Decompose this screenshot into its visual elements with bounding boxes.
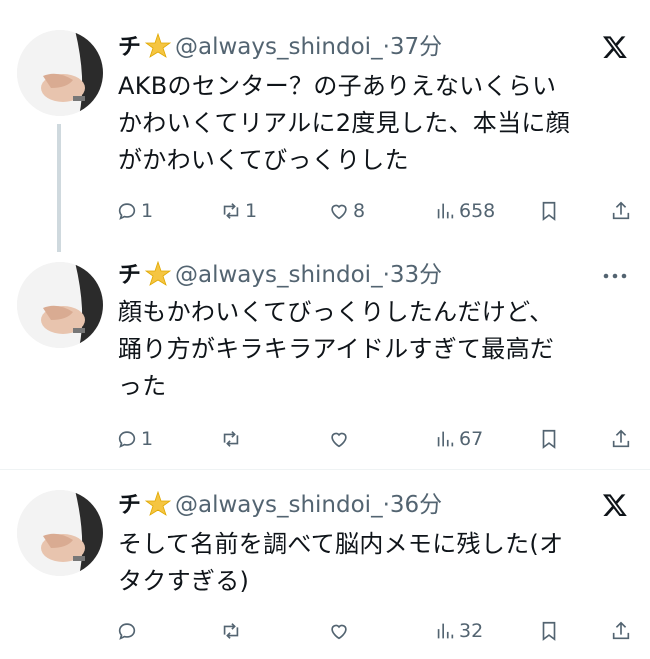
star-emoji-icon: [145, 491, 171, 516]
tweet-text: AKBのセンター？の子ありえないくらい かわいくてリアルに2度見した、本当に顔 …: [118, 68, 638, 179]
reply-count: 1: [141, 428, 154, 450]
reply-icon: [118, 431, 136, 448]
views-count: 32: [459, 620, 484, 642]
more-icon[interactable]: [602, 266, 628, 290]
tweet-text-line: 踊り方がキラキラアイドルすぎて最高だ: [118, 335, 555, 363]
tweet-text-line: った: [118, 372, 167, 400]
x-logo-icon[interactable]: [602, 34, 628, 64]
views-icon: [437, 431, 454, 447]
views-count: 658: [459, 200, 496, 222]
views-icon: [437, 203, 454, 219]
bookmark-icon: [542, 621, 556, 641]
star-emoji-icon: [145, 33, 171, 58]
x-logo-icon[interactable]: [602, 492, 628, 522]
tweet-text-line: かわいくてリアルに2度見した、本当に顔: [118, 109, 571, 137]
action-bar: 1 67: [116, 424, 636, 454]
bookmark-button[interactable]: [538, 616, 560, 646]
tweet-header: チ @always_shindoi_·36分: [118, 488, 630, 522]
avatar[interactable]: [17, 490, 103, 576]
action-bar: 1 1 8 658: [116, 196, 636, 226]
tweet-2[interactable]: チ @always_shindoi_·33分 顔もかわいくてびっくりしたんだけど、…: [0, 250, 650, 472]
tweet-3[interactable]: チ @always_shindoi_·36分 そして名前を調べて脳内メモに残した(…: [0, 472, 650, 659]
repost-icon: [223, 203, 239, 219]
repost-icon: [223, 431, 239, 447]
reply-icon: [118, 203, 136, 220]
divider: [0, 469, 650, 470]
repost-button[interactable]: [220, 616, 245, 646]
tweet-1[interactable]: チ @always_shindoi_·37分 AKBのセンター？の子ありえないくら…: [0, 0, 650, 252]
share-button[interactable]: [610, 424, 632, 454]
display-name[interactable]: チ: [118, 34, 141, 60]
tweet-text: そして名前を調べて脳内メモに残した(オ タクすぎる): [118, 526, 638, 600]
views-icon: [437, 623, 454, 639]
timestamp[interactable]: 33分: [390, 262, 442, 288]
tweet-text-line: がかわいくてびっくりした: [118, 146, 409, 174]
views-button[interactable]: 67: [434, 424, 483, 454]
views-button[interactable]: 658: [434, 196, 495, 226]
bookmark-button[interactable]: [538, 196, 560, 226]
avatar[interactable]: [17, 262, 103, 348]
tweet-text-line: AKBのセンター？の子ありえないくらい: [118, 72, 557, 100]
user-handle[interactable]: @always_shindoi_: [175, 262, 383, 288]
timestamp[interactable]: 37分: [390, 34, 442, 60]
views-button[interactable]: 32: [434, 616, 483, 646]
like-button[interactable]: 8: [328, 196, 365, 226]
star-emoji-icon: [145, 261, 171, 286]
user-handle[interactable]: @always_shindoi_: [175, 492, 383, 518]
reply-count: 1: [141, 200, 154, 222]
tweet-text-line: そして名前を調べて脳内メモに残した(オ: [118, 530, 564, 558]
avatar[interactable]: [17, 30, 103, 116]
share-icon: [612, 201, 630, 220]
separator-dot: ·: [382, 34, 390, 60]
tweet-header: チ @always_shindoi_·37分: [118, 30, 630, 64]
reply-button[interactable]: 1: [116, 424, 153, 454]
tweet-text-line: 顔もかわいくてびっくりしたんだけど、: [118, 298, 554, 326]
like-count: 8: [353, 200, 366, 222]
share-button[interactable]: [610, 616, 632, 646]
action-bar: 32: [116, 616, 636, 646]
repost-button[interactable]: 1: [220, 196, 257, 226]
like-icon: [331, 624, 347, 640]
separator-dot: ·: [382, 492, 390, 518]
reply-icon: [118, 623, 136, 640]
separator-dot: ·: [382, 262, 390, 288]
repost-count: 1: [245, 200, 258, 222]
share-icon: [612, 429, 630, 448]
share-icon: [612, 621, 630, 640]
repost-button[interactable]: [220, 424, 245, 454]
like-icon: [331, 204, 347, 220]
repost-icon: [223, 623, 239, 639]
bookmark-button[interactable]: [538, 424, 560, 454]
tweet-text-line: タクすぎる): [118, 567, 250, 595]
like-button[interactable]: [328, 424, 353, 454]
reply-button[interactable]: [116, 616, 141, 646]
user-handle[interactable]: @always_shindoi_: [175, 34, 383, 60]
thread-line: [57, 124, 61, 252]
bookmark-icon: [542, 201, 556, 221]
views-count: 67: [459, 428, 484, 450]
tweet-header: チ @always_shindoi_·33分: [118, 258, 630, 292]
tweet-text: 顔もかわいくてびっくりしたんだけど、 踊り方がキラキラアイドルすぎて最高だ った: [118, 294, 638, 405]
display-name[interactable]: チ: [118, 262, 141, 288]
share-button[interactable]: [610, 196, 632, 226]
reply-button[interactable]: 1: [116, 196, 153, 226]
display-name[interactable]: チ: [118, 492, 141, 518]
like-icon: [331, 432, 347, 448]
like-button[interactable]: [328, 616, 353, 646]
bookmark-icon: [542, 429, 556, 449]
timestamp[interactable]: 36分: [390, 492, 442, 518]
